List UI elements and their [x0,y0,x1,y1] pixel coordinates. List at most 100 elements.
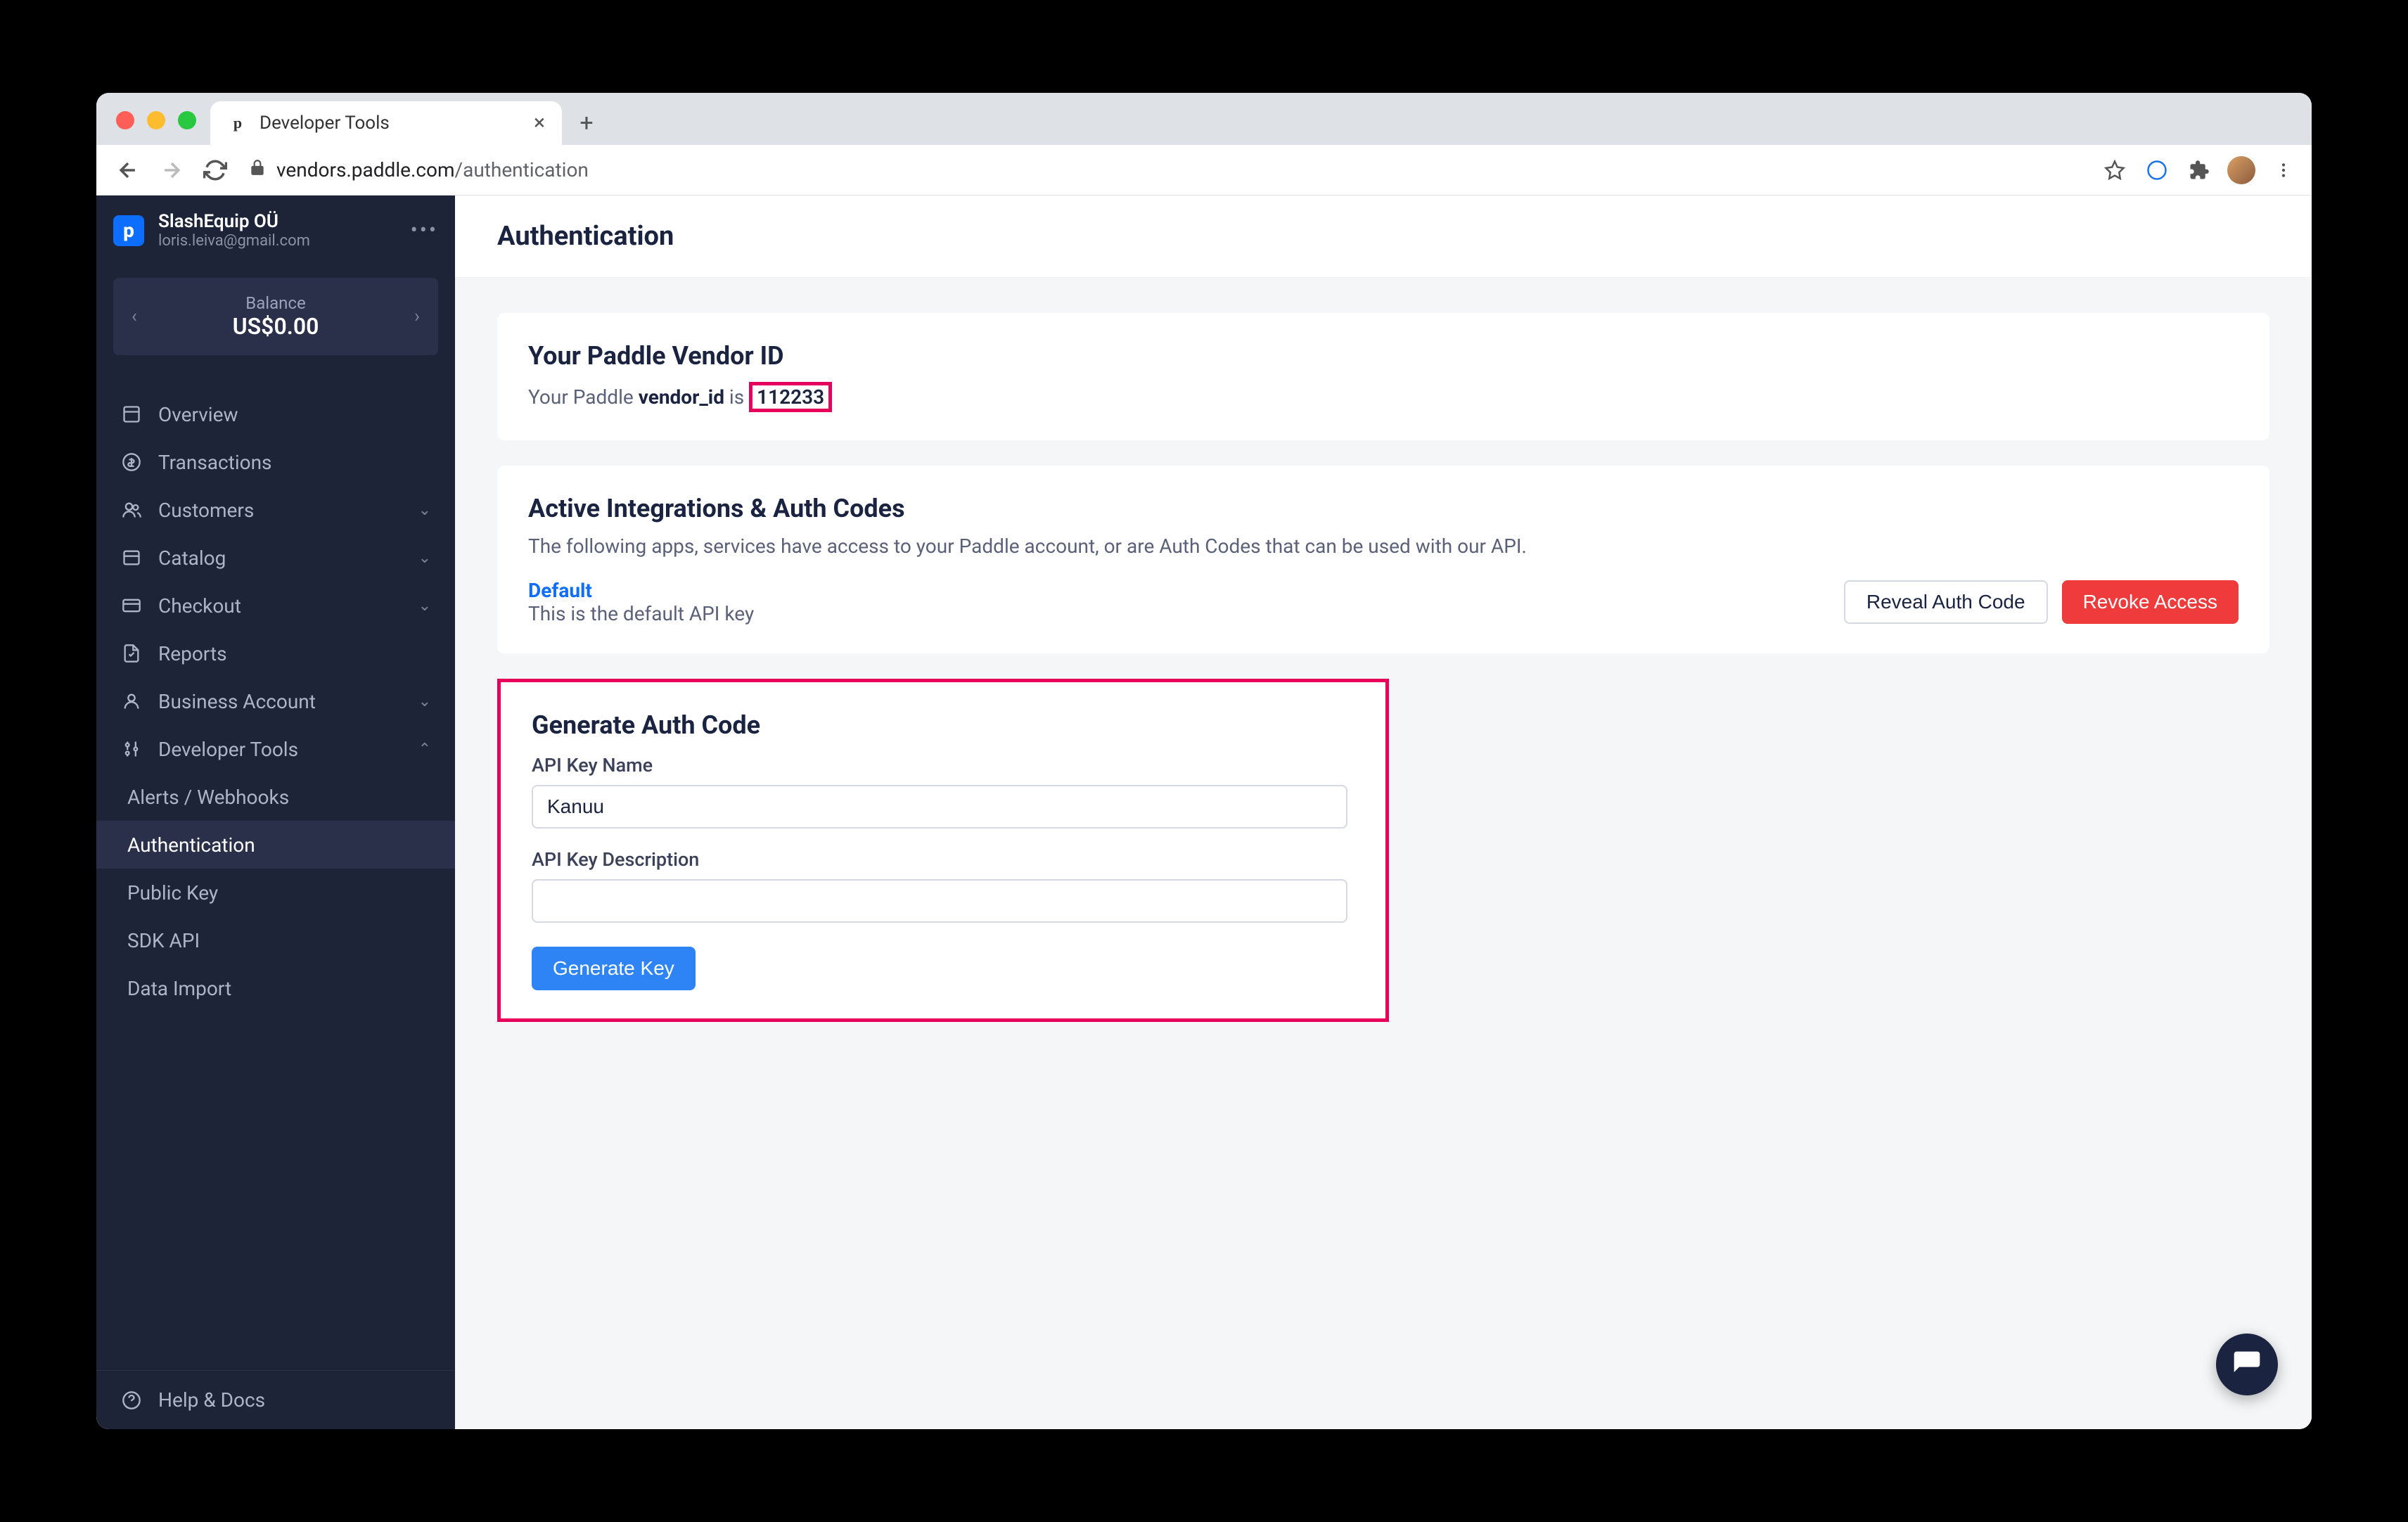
user-icon [120,690,143,712]
help-docs-link[interactable]: Help & Docs [96,1370,455,1429]
sidebar-subitem-data-import[interactable]: Data Import [96,964,455,1012]
sidebar-item-developer-tools[interactable]: Developer Tools ⌃ [96,725,455,773]
sidebar-item-label: Public Key [127,881,218,904]
integration-name[interactable]: Default [528,579,1830,602]
page-title: Authentication [497,221,2269,252]
close-tab-icon[interactable]: × [534,113,545,134]
org-menu-icon[interactable]: ••• [411,218,438,243]
generate-key-button[interactable]: Generate Key [532,947,696,990]
browser-tab[interactable]: p Developer Tools × [210,101,562,145]
chevron-down-icon: ⌄ [418,549,431,567]
sidebar-item-label: Alerts / Webhooks [127,786,289,809]
revoke-access-button[interactable]: Revoke Access [2062,580,2239,624]
vendor-id-card: Your Paddle Vendor ID Your Paddle vendor… [497,313,2269,440]
minimize-window-icon[interactable] [147,111,165,129]
api-key-desc-input[interactable] [532,879,1347,923]
url-text: vendors.paddle.com/authentication [276,158,589,181]
sidebar-item-label: Catalog [158,546,226,570]
users-icon [120,499,143,521]
profile-avatar[interactable] [2227,156,2255,184]
chevron-right-icon[interactable]: › [414,306,420,327]
help-icon [120,1389,143,1412]
page-header: Authentication [455,196,2312,278]
maximize-window-icon[interactable] [178,111,196,129]
main-content: Authentication Your Paddle Vendor ID You… [455,196,2312,1429]
sidebar-item-label: Authentication [127,833,255,857]
vendor-id-value: 112233 [749,382,832,412]
org-switcher[interactable]: p SlashEquip OÜ loris.leiva@gmail.com ••… [96,196,455,265]
close-window-icon[interactable] [116,111,134,129]
chat-fab[interactable] [2216,1334,2278,1395]
browser-tabstrip: p Developer Tools × + [96,93,2312,145]
forward-button[interactable] [154,153,189,188]
vendor-id-line: Your Paddle vendor_id is 112233 [528,382,2239,412]
vendor-card-title: Your Paddle Vendor ID [528,341,2239,371]
balance-amount: US$0.00 [233,313,319,340]
paddle-favicon-icon: p [227,113,248,134]
integrations-title: Active Integrations & Auth Codes [528,494,2239,523]
sidebar-item-label: Customers [158,499,254,522]
sidebar-item-reports[interactable]: Reports [96,629,455,677]
sidebar-subitem-public-key[interactable]: Public Key [96,869,455,916]
address-bar[interactable]: vendors.paddle.com/authentication [241,153,2092,187]
sidebar-item-checkout[interactable]: Checkout ⌄ [96,582,455,629]
reload-button[interactable] [198,153,233,188]
onepassword-icon[interactable] [2143,156,2171,184]
balance-card[interactable]: ‹ Balance US$0.00 › [113,278,438,355]
help-docs-label: Help & Docs [158,1388,265,1412]
dashboard-icon [120,403,143,426]
sidebar-item-label: Transactions [158,451,272,474]
chevron-up-icon: ⌃ [418,741,431,758]
api-key-name-label: API Key Name [532,754,1354,776]
chevron-left-icon[interactable]: ‹ [132,306,137,327]
chevron-down-icon: ⌄ [418,501,431,519]
star-icon[interactable] [2101,156,2129,184]
extensions-icon[interactable] [2185,156,2213,184]
reports-icon [120,642,143,665]
kebab-menu-icon[interactable] [2269,156,2298,184]
chevron-down-icon: ⌄ [418,597,431,615]
sidebar: p SlashEquip OÜ loris.leiva@gmail.com ••… [96,196,455,1429]
chat-icon [2231,1349,2262,1380]
api-key-name-input[interactable] [532,785,1347,829]
settings-icon [120,738,143,760]
org-name: SlashEquip OÜ [158,211,310,232]
sidebar-item-catalog[interactable]: Catalog ⌄ [96,534,455,582]
window-controls [116,111,196,129]
sidebar-item-label: Developer Tools [158,738,298,761]
sidebar-subitem-authentication[interactable]: Authentication [96,821,455,869]
integrations-subtitle: The following apps, services have access… [528,535,2239,558]
api-key-desc-label: API Key Description [532,848,1354,871]
back-button[interactable] [110,153,146,188]
new-tab-button[interactable]: + [569,105,604,141]
sidebar-item-label: Overview [158,403,238,426]
reveal-auth-code-button[interactable]: Reveal Auth Code [1844,580,2048,624]
paddle-logo-icon: p [113,215,144,246]
browser-toolbar: vendors.paddle.com/authentication [96,145,2312,196]
lock-icon [248,158,267,181]
tab-title: Developer Tools [260,113,523,134]
generate-auth-code-card: Generate Auth Code API Key Name API Key … [497,679,1389,1022]
integration-row: Default This is the default API key Reve… [528,579,2239,625]
generate-title: Generate Auth Code [532,710,1354,740]
dollar-icon [120,451,143,473]
card-icon [120,594,143,617]
sidebar-item-business-account[interactable]: Business Account ⌄ [96,677,455,725]
integrations-card: Active Integrations & Auth Codes The fol… [497,466,2269,653]
sidebar-item-label: SDK API [127,929,200,952]
sidebar-item-transactions[interactable]: Transactions [96,438,455,486]
integration-desc: This is the default API key [528,602,1830,625]
chevron-down-icon: ⌄ [418,693,431,710]
org-email: loris.leiva@gmail.com [158,232,310,250]
sidebar-item-customers[interactable]: Customers ⌄ [96,486,455,534]
sidebar-item-label: Data Import [127,977,231,1000]
sidebar-subitem-alerts[interactable]: Alerts / Webhooks [96,773,455,821]
catalog-icon [120,546,143,569]
balance-label: Balance [233,293,319,313]
sidebar-item-overview[interactable]: Overview [96,390,455,438]
sidebar-item-label: Checkout [158,594,241,618]
sidebar-nav: Overview Transactions Customers ⌄ Catalog… [96,368,455,1370]
sidebar-subitem-sdk-api[interactable]: SDK API [96,916,455,964]
sidebar-item-label: Business Account [158,690,316,713]
sidebar-item-label: Reports [158,642,227,665]
